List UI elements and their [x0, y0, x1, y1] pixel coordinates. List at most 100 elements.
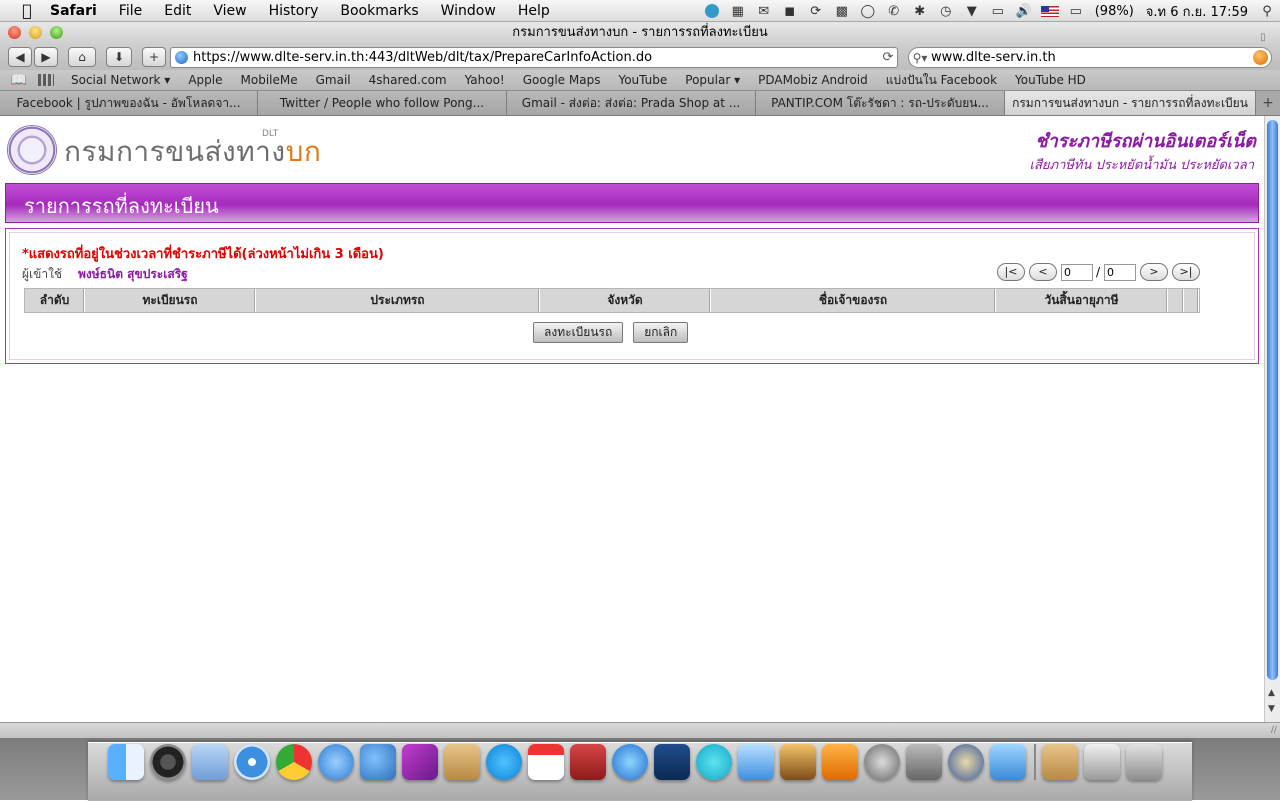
menu-file[interactable]: File	[108, 3, 153, 19]
safari-icon[interactable]	[234, 744, 270, 780]
bookmark-youtube-hd[interactable]: YouTube HD	[1006, 73, 1095, 87]
menu-bookmarks[interactable]: Bookmarks	[329, 3, 429, 19]
toolbar-toggle-icon[interactable]: ▯	[1258, 27, 1268, 43]
trash-icon[interactable]	[1126, 744, 1162, 780]
show-bookmarks-book-icon[interactable]: 📖	[10, 73, 28, 88]
dictionary-icon[interactable]	[570, 744, 606, 780]
dropbox-menu-icon[interactable]: ◼	[779, 2, 801, 20]
menu-window[interactable]: Window	[430, 3, 507, 19]
bluetooth-icon[interactable]: ✱	[909, 2, 931, 20]
resize-grip-icon[interactable]: ∕∕	[1271, 725, 1277, 735]
downloads-icon[interactable]: ⬇	[106, 47, 132, 67]
skype-blue-icon[interactable]	[696, 744, 732, 780]
bookmark-youtube[interactable]: YouTube	[609, 73, 676, 87]
menu-edit[interactable]: Edit	[153, 3, 202, 19]
mail-icon[interactable]	[192, 744, 228, 780]
skype-icon[interactable]	[486, 744, 522, 780]
time-machine-dock-icon[interactable]	[864, 744, 900, 780]
phone-menu-icon[interactable]: ✆	[883, 2, 905, 20]
skype-status-icon[interactable]	[701, 2, 723, 20]
finder-icon[interactable]	[108, 744, 144, 780]
cancel-button[interactable]: ยกเลิก	[633, 322, 689, 343]
bookmark-mobileme[interactable]: MobileMe	[232, 73, 307, 87]
menubar-clock[interactable]: จ.ท 6 ก.ย. 17:59	[1140, 1, 1254, 22]
scroll-up-arrow-icon[interactable]: ▲	[1268, 688, 1275, 698]
add-bookmark-button[interactable]: +	[142, 47, 166, 67]
snapback-icon[interactable]	[1253, 50, 1268, 65]
register-vehicle-button[interactable]: ลงทะเบียนรถ	[533, 322, 624, 343]
itunes-icon[interactable]	[612, 744, 648, 780]
scroll-down-arrow-icon[interactable]: ▼	[1268, 704, 1275, 714]
first-page-button[interactable]: |<	[996, 263, 1025, 281]
bookmark-4shared[interactable]: 4shared.com	[360, 73, 456, 87]
dashboard-menu-icon[interactable]: ▩	[831, 2, 853, 20]
display-menu-icon[interactable]: ▭	[987, 2, 1009, 20]
bookmark-apple[interactable]: Apple	[179, 73, 231, 87]
address-book-icon[interactable]	[444, 744, 480, 780]
wiki-app-icon[interactable]	[990, 744, 1026, 780]
reload-icon[interactable]: ⟳	[879, 50, 897, 65]
ichat-menu-icon[interactable]: ◯	[857, 2, 879, 20]
apple-menu-icon[interactable]: 	[16, 1, 38, 20]
menu-history[interactable]: History	[258, 3, 330, 19]
last-page-button[interactable]: >|	[1172, 263, 1200, 281]
tab-twitter[interactable]: Twitter / People who follow Pong...	[258, 91, 507, 115]
tab-facebook[interactable]: Facebook | รูปภาพของฉัน - อัพโหลดจา...	[0, 91, 258, 115]
zoom-window-button[interactable]	[50, 26, 63, 39]
music-note-icon[interactable]	[738, 744, 774, 780]
applications-stack-icon[interactable]	[1042, 744, 1078, 780]
top-sites-grid-icon[interactable]	[38, 74, 54, 86]
menu-help[interactable]: Help	[507, 3, 561, 19]
photoshop-icon[interactable]	[654, 744, 690, 780]
current-page-input[interactable]: 0	[1060, 263, 1093, 281]
bookmark-google-maps[interactable]: Google Maps	[514, 73, 610, 87]
migration-assistant-icon[interactable]	[948, 744, 984, 780]
chrome-icon[interactable]	[276, 744, 312, 780]
search-value[interactable]: www.dlte-serv.in.th	[931, 50, 1253, 65]
contacts-buddies-icon[interactable]	[360, 744, 396, 780]
bookmark-share-facebook[interactable]: แบ่งปันใน Facebook	[877, 71, 1006, 90]
battery-icon[interactable]: ▭	[1065, 2, 1087, 20]
ical-icon[interactable]	[528, 744, 564, 780]
tab-dlt-active[interactable]: กรมการขนส่งทางบก - รายการรถที่ลงทะเบียน	[1005, 91, 1256, 115]
search-field[interactable]: ⚲▾ www.dlte-serv.in.th	[908, 47, 1272, 68]
address-bar[interactable]: https://www.dlte-serv.in.th:443/dltWeb/d…	[170, 47, 898, 68]
prev-page-button[interactable]: <	[1028, 263, 1057, 281]
forward-button[interactable]: ▶	[34, 47, 58, 67]
scrollbar-thumb[interactable]	[1267, 120, 1278, 680]
vertical-scrollbar[interactable]: ▲ ▼	[1264, 116, 1280, 722]
home-icon[interactable]: ⌂	[68, 47, 96, 67]
tab-pantip[interactable]: PANTIP.COM โต๊ะรัชดา : รถ-ประดับยน...	[756, 91, 1005, 115]
dashboard-icon[interactable]	[150, 744, 186, 780]
bookmark-pdamobiz[interactable]: PDAMobiz Android	[749, 73, 877, 87]
menu-app-safari[interactable]: Safari	[46, 3, 108, 19]
next-page-button[interactable]: >	[1140, 263, 1168, 281]
new-tab-button[interactable]: +	[1256, 91, 1280, 115]
system-preferences-icon[interactable]	[906, 744, 942, 780]
close-window-button[interactable]	[8, 26, 21, 39]
volume-icon[interactable]: 🔊	[1013, 2, 1035, 20]
documents-stack-icon[interactable]	[1084, 744, 1120, 780]
battery-percent[interactable]: (98%)	[1089, 4, 1140, 19]
address-url[interactable]: https://www.dlte-serv.in.th:443/dltWeb/d…	[193, 50, 879, 65]
bookmark-gmail[interactable]: Gmail	[307, 73, 360, 87]
time-machine-icon[interactable]: ◷	[935, 2, 957, 20]
ichat-icon[interactable]	[318, 744, 354, 780]
bookmark-yahoo[interactable]: Yahoo!	[456, 73, 514, 87]
wifi-icon[interactable]: ▼	[961, 2, 983, 20]
spotlight-search-icon[interactable]: ⚲	[1256, 2, 1278, 20]
iphoto-icon[interactable]	[780, 744, 816, 780]
vehicle-list-panel: *แสดงรถที่อยู่ในช่วงเวลาที่ชำระภาษีได้(ล…	[5, 228, 1259, 364]
tab-gmail[interactable]: Gmail - ส่งต่อ: ส่งต่อ: Prada Shop at ..…	[507, 91, 756, 115]
menu-view[interactable]: View	[202, 3, 257, 19]
input-source-flag-icon[interactable]	[1039, 2, 1061, 20]
photo-app-icon[interactable]	[402, 744, 438, 780]
bookmark-social-network[interactable]: Social Network ▾	[62, 73, 179, 87]
back-button[interactable]: ◀	[8, 47, 32, 67]
bookmark-popular[interactable]: Popular ▾	[676, 73, 749, 87]
minimize-window-button[interactable]	[29, 26, 42, 39]
mail-menu-icon[interactable]: ✉	[753, 2, 775, 20]
sync-menu-icon[interactable]: ⟳	[805, 2, 827, 20]
vlc-icon[interactable]	[822, 744, 858, 780]
calendar-menu-icon[interactable]: ▦	[727, 2, 749, 20]
